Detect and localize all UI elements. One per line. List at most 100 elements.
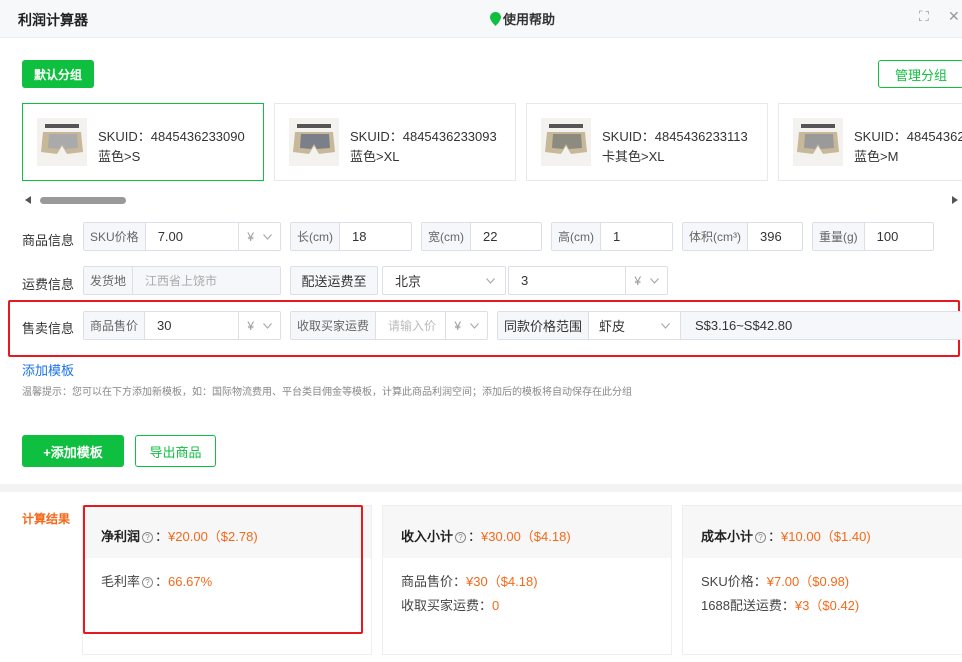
sale-price-field[interactable]: 商品售价 30 ¥ (83, 311, 281, 340)
cost-card: 成本小计? ：¥10.00（$1.40) SKU价格：¥7.00（$0.98) 1… (682, 505, 962, 655)
sku-card[interactable]: SKUID：4845436233093 蓝色>XL (274, 103, 516, 181)
length-field[interactable]: 长(cm) 18 (290, 222, 412, 251)
chevron-down-icon (486, 277, 495, 284)
product-thumbnail (289, 118, 339, 166)
sku-id: SKUID：4845436233090 (98, 129, 245, 144)
volume-prefix: 体积(cm³) (683, 223, 748, 250)
cost-value: ¥10.00（$1.40) (781, 529, 871, 544)
origin-prefix: 发货地 (84, 267, 134, 294)
price-range-prefix: 同款价格范围 (498, 312, 590, 339)
section-divider (0, 484, 962, 492)
income-price-value: ¥30（$4.18) (466, 574, 538, 589)
product-thumbnail (793, 118, 843, 166)
income-fee-label: 收取买家运费： (401, 598, 493, 613)
buyer-shipping-field[interactable]: 收取买家运费 请输入价 ¥ (290, 311, 488, 340)
product-thumbnail (541, 118, 591, 166)
horizontal-scrollbar[interactable] (22, 194, 962, 206)
weight-prefix: 重量(g) (813, 223, 865, 250)
cost-label: 成本小计 (701, 529, 754, 544)
cost-sku-label: SKU价格： (701, 574, 767, 589)
volume-value[interactable]: 396 (748, 229, 802, 244)
length-value[interactable]: 18 (340, 229, 411, 244)
origin-field[interactable]: 发货地 江西省上饶市 (83, 266, 281, 295)
buyer-shipping-prefix: 收取买家运费 (291, 312, 377, 339)
sale-price-prefix: 商品售价 (84, 312, 146, 339)
sku-variant: 蓝色>XL (350, 149, 400, 164)
question-icon[interactable]: ? (455, 532, 467, 543)
chevron-down-icon (649, 277, 659, 284)
sku-id: SKUID：4845436233113 (602, 129, 748, 144)
cost-ship-label: 1688配送运费： (701, 598, 795, 613)
expand-icon[interactable]: ⛶ (919, 8, 929, 25)
weight-field[interactable]: 重量(g) 100 (812, 222, 934, 251)
shipping-fee-value[interactable]: 3 (509, 273, 625, 288)
sku-price-prefix: SKU价格 (84, 223, 146, 250)
width-field[interactable]: 宽(cm) 22 (421, 222, 542, 251)
platform-value: 虾皮 (599, 319, 626, 334)
app-title: 利润计算器 (18, 12, 88, 28)
net-profit-highlight (83, 505, 363, 634)
currency-select[interactable]: ¥ (238, 223, 280, 250)
product-info-label: 商品信息 (22, 233, 75, 248)
income-fee-row: 收取买家运费：0 (401, 595, 499, 614)
shipping-fee-field[interactable]: 3 ¥ (508, 266, 668, 295)
sku-variant: 蓝色>S (98, 149, 141, 164)
cost-sku-value: ¥7.00（$0.98) (766, 574, 850, 589)
currency-select[interactable]: ¥ (238, 312, 280, 339)
sku-id: SKUID：4845436233093 (350, 129, 497, 144)
manage-group-button[interactable]: 管理分组 (878, 60, 962, 88)
price-range-field[interactable]: 同款价格范围 虾皮 S$3.16~S$42.80 (497, 311, 962, 340)
price-range-value: S$3.16~S$42.80 (681, 312, 962, 339)
height-prefix: 高(cm) (552, 223, 601, 250)
dest-button[interactable]: 配送运费至 (290, 266, 378, 295)
currency-symbol: ¥ (634, 273, 642, 288)
income-price-label: 商品售价： (401, 574, 467, 589)
origin-value[interactable]: 江西省上饶市 (133, 272, 280, 289)
sku-card[interactable]: SKUID：4845436233 蓝色>M (778, 103, 962, 181)
title-bar: 利润计算器 使用帮助 ⛶ ✕ (0, 0, 962, 38)
currency-symbol: ¥ (247, 229, 255, 244)
sku-price-value[interactable]: 7.00 (146, 229, 238, 244)
sku-card[interactable]: SKUID：4845436233113 卡其色>XL (526, 103, 768, 181)
shipping-info-label: 运费信息 (22, 277, 75, 292)
width-value[interactable]: 22 (471, 229, 541, 244)
product-thumbnail (37, 118, 87, 166)
currency-select[interactable]: ¥ (445, 312, 487, 339)
currency-select[interactable]: ¥ (625, 267, 667, 294)
income-price-row: 商品售价：¥30（$4.18) (401, 571, 538, 590)
currency-symbol: ¥ (454, 318, 462, 333)
sku-variant: 卡其色>XL (602, 149, 665, 164)
currency-symbol: ¥ (247, 318, 255, 333)
sku-id: SKUID：4845436233 (854, 129, 962, 144)
export-product-button[interactable]: 导出商品 (135, 435, 216, 467)
dest-select[interactable]: 北京 (382, 266, 506, 295)
income-label: 收入小计 (401, 529, 454, 544)
scroll-left-icon[interactable] (25, 196, 32, 204)
height-field[interactable]: 高(cm) 1 (551, 222, 673, 251)
cost-ship-value: ¥3（$0.42) (794, 598, 860, 613)
scrollbar-thumb[interactable] (40, 197, 126, 204)
sku-price-field[interactable]: SKU价格 7.00 ¥ (83, 222, 281, 251)
buyer-shipping-input[interactable]: 请输入价 (376, 317, 445, 334)
help-label: 使用帮助 (503, 12, 556, 27)
add-template-button[interactable]: +添加模板 (22, 435, 124, 467)
volume-field[interactable]: 体积(cm³) 396 (682, 222, 803, 251)
chevron-down-icon (661, 322, 670, 329)
add-template-link[interactable]: 添加模板 (22, 360, 74, 379)
platform-select[interactable]: 虾皮 (589, 312, 682, 339)
close-icon[interactable]: ✕ (948, 8, 960, 25)
income-value: ¥30.00（$4.18) (481, 529, 571, 544)
height-value[interactable]: 1 (601, 229, 672, 244)
question-icon[interactable]: ? (755, 532, 767, 543)
cost-sku-row: SKU价格：¥7.00（$0.98) (701, 571, 849, 590)
default-group-button[interactable]: 默认分组 (22, 60, 94, 88)
weight-value[interactable]: 100 (865, 229, 933, 244)
sale-price-value[interactable]: 30 (145, 318, 238, 333)
sku-card[interactable]: SKUID：4845436233090 蓝色>S (22, 103, 264, 181)
tip-text: 温馨提示：您可以在下方添加新模板，如：国际物流费用、平台类目佣金等模板，计算此商… (22, 387, 632, 398)
scroll-right-icon[interactable] (952, 196, 959, 204)
separator: ： (768, 529, 782, 544)
cost-row: 成本小计? ：¥10.00（$1.40) (701, 526, 871, 545)
help-link[interactable]: 使用帮助 (490, 9, 555, 28)
separator: ： (468, 529, 482, 544)
